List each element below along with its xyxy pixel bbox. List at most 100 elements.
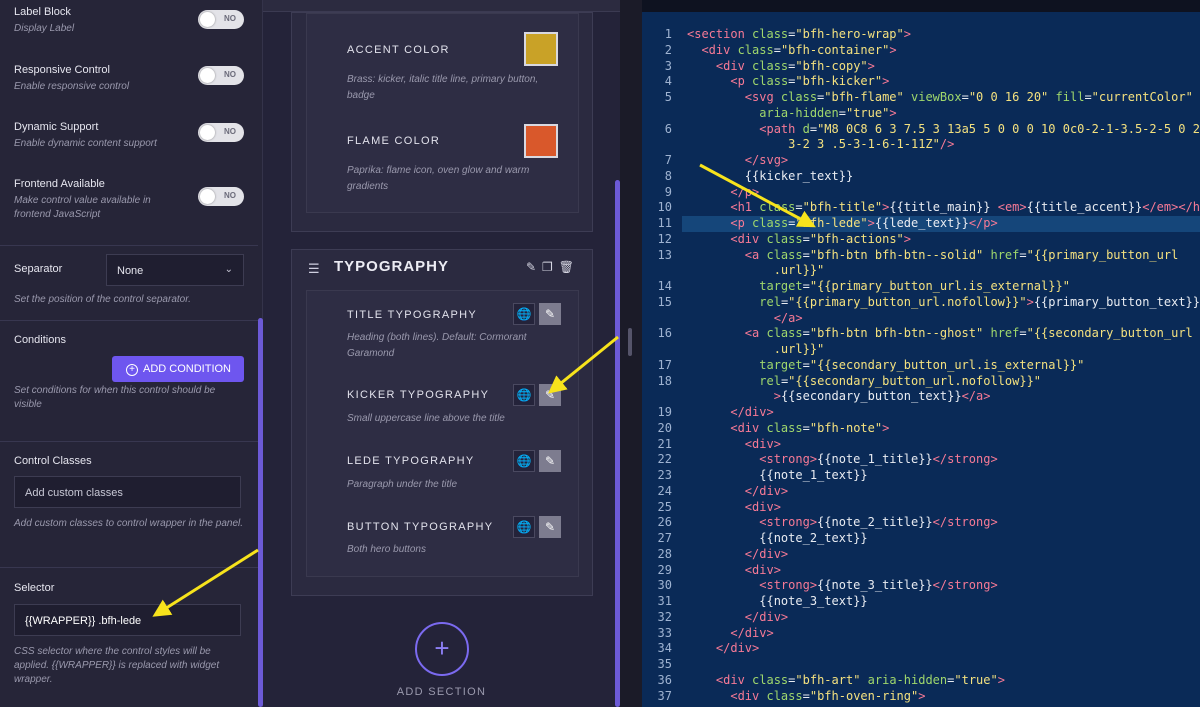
selector-input[interactable]: {{WRAPPER}} .bfh-lede	[14, 604, 241, 636]
trash-icon[interactable]: 🗑	[559, 260, 580, 274]
code-line[interactable]: <a class="bfh-btn bfh-btn--solid" href="…	[687, 248, 1179, 262]
pencil-icon[interactable]: ✎	[539, 516, 561, 538]
plus-icon: +	[434, 633, 450, 663]
divider	[0, 320, 258, 321]
code-line[interactable]: >{{secondary_button_text}}</a>	[687, 389, 991, 403]
flame-color-name: FLAME COLOR	[347, 135, 441, 147]
drag-handle-icon[interactable]: ☰	[308, 261, 320, 277]
code-line[interactable]: target="{{secondary_button_url.is_extern…	[687, 358, 1084, 372]
typo-item-name: LEDE TYPOGRAPHY	[347, 455, 475, 467]
globe-icon[interactable]: 🌐	[513, 303, 535, 325]
responsive-control-toggle[interactable]: NO	[198, 66, 244, 85]
frontend-available-toggle[interactable]: NO	[198, 187, 244, 206]
dynamic-support-toggle[interactable]: NO	[198, 123, 244, 142]
code-line[interactable]: {{note_2_text}}	[687, 531, 867, 545]
colors-section-card: ACCENT COLOR Brass: kicker, italic title…	[291, 12, 593, 232]
code-line[interactable]: <strong>{{note_1_title}}</strong>	[687, 452, 997, 466]
code-line[interactable]: <strong>{{note_2_title}}</strong>	[687, 515, 997, 529]
control-settings-panel: Label Block Display Label NO Responsive …	[0, 0, 263, 707]
toggle-state: NO	[224, 127, 236, 136]
splitter-grip[interactable]	[628, 328, 632, 356]
select-value: None	[117, 265, 144, 277]
typography-controls-group: TITLE TYPOGRAPHY 🌐 ✎ Heading (both lines…	[306, 290, 579, 577]
toggle-knob	[200, 12, 215, 27]
line-number: 6	[664, 121, 672, 136]
code-line[interactable]: </div>	[687, 405, 773, 419]
add-section-button[interactable]: +	[415, 622, 469, 676]
pencil-icon[interactable]: ✎	[539, 384, 561, 406]
code-line[interactable]: <div>	[687, 437, 781, 451]
code-line[interactable]: <path d="M8 0C8 6 3 7.5 3 13a5 5 0 0 0 1…	[687, 122, 1200, 136]
code-line[interactable]: <section class="bfh-hero-wrap">	[687, 27, 911, 41]
flame-color-description: Paprika: flame icon, oven glow and warm …	[347, 165, 530, 192]
code-line[interactable]: .url}}"	[687, 263, 825, 277]
code-line[interactable]: </div>	[687, 626, 773, 640]
line-number: 13	[657, 247, 672, 262]
code-editor[interactable]: 1 <section class="bfh-hero-wrap"> 2 <div c…	[642, 0, 1200, 707]
line-number: 12	[657, 231, 672, 246]
pencil-icon[interactable]: ✎	[539, 303, 561, 325]
code-line[interactable]: .url}}"	[687, 342, 825, 356]
code-line[interactable]: <p class="bfh-lede">{{lede_text}}</p>	[687, 216, 997, 230]
panel-splitter[interactable]	[620, 0, 642, 707]
code-line[interactable]: </div>	[687, 547, 788, 561]
toggle-knob	[200, 68, 215, 83]
setting-title: Control Classes	[14, 455, 92, 467]
code-line[interactable]: <div>	[687, 563, 781, 577]
code-line[interactable]: </div>	[687, 484, 788, 498]
code-line[interactable]: <p class="bfh-kicker">	[687, 74, 889, 88]
pencil-icon[interactable]: ✎	[539, 450, 561, 472]
code-line[interactable]: {{note_3_text}}	[687, 594, 867, 608]
code-line[interactable]: 3-2 3 .5-3-1-6-1-11Z"/>	[687, 137, 954, 151]
code-line[interactable]: rel="{{primary_button_url.nofollow}}">{{…	[687, 295, 1200, 309]
separator-select[interactable]: None ⌄	[106, 254, 244, 286]
code-line[interactable]: <div>	[687, 500, 781, 514]
accent-color-name: ACCENT COLOR	[347, 44, 450, 56]
editor-top-bar	[642, 0, 1200, 12]
duplicate-icon[interactable]: ❐	[542, 260, 559, 274]
code-line[interactable]: </div>	[687, 641, 759, 655]
code-line[interactable]: </p>	[687, 185, 759, 199]
typography-section-card: ☰ TYPOGRAPHY ✎❐🗑 TITLE TYPOGRAPHY 🌐 ✎ He…	[291, 249, 593, 596]
line-number: 5	[664, 90, 672, 104]
code-line[interactable]: target="{{primary_button_url.is_external…	[687, 279, 1070, 293]
dynamic-support-setting: Dynamic Support Enable dynamic content s…	[14, 121, 244, 151]
code-line[interactable]: <div class="bfh-note">	[687, 421, 889, 435]
code-line[interactable]: {{note_1_text}}	[687, 468, 867, 482]
code-line[interactable]: <div class="bfh-art" aria-hidden="true">	[687, 673, 1005, 687]
code-line[interactable]: <a class="bfh-btn bfh-btn--ghost" href="…	[687, 326, 1193, 340]
line-number: 3	[664, 58, 672, 73]
add-condition-button[interactable]: + ADD CONDITION	[112, 356, 244, 382]
code-line[interactable]: <div class="bfh-container">	[687, 43, 896, 57]
line-number: 32	[657, 609, 672, 624]
code-line[interactable]: aria-hidden="true">	[687, 106, 896, 120]
control-classes-setting: Control Classes	[14, 455, 244, 467]
line-number: 22	[657, 452, 672, 467]
globe-icon[interactable]: 🌐	[513, 516, 535, 538]
code-line[interactable]: <strong>{{note_3_title}}</strong>	[687, 578, 997, 592]
code-line[interactable]: <div class="bfh-copy">	[687, 59, 875, 73]
code-line[interactable]: <svg class="bfh-flame" viewBox="0 0 16 2…	[687, 90, 1193, 104]
line-number: 37	[657, 688, 672, 703]
code-line[interactable]: </svg>	[687, 153, 788, 167]
code-line[interactable]: <div class="bfh-oven-ring">	[687, 689, 925, 703]
globe-icon[interactable]: 🌐	[513, 450, 535, 472]
edit-icon[interactable]: ✎	[526, 260, 542, 274]
globe-icon[interactable]: 🌐	[513, 384, 535, 406]
code-line[interactable]: <div class="bfh-actions">	[687, 232, 911, 246]
flame-color-swatch[interactable]	[524, 124, 558, 158]
code-line[interactable]: {{kicker_text}}	[687, 169, 853, 183]
line-number: 33	[657, 625, 672, 640]
line-number: 24	[657, 483, 672, 498]
code-line[interactable]: <h1 class="bfh-title">{{title_main}} <em…	[687, 200, 1200, 214]
selector-help: CSS selector where the control styles wi…	[14, 641, 244, 687]
line-number: 25	[657, 499, 672, 514]
typo-item-description: Heading (both lines). Default: Cormorant…	[347, 332, 527, 359]
accent-color-swatch[interactable]	[524, 32, 558, 66]
code-line[interactable]: rel="{{secondary_button_url.nofollow}}"	[687, 374, 1041, 388]
line-number: 15	[657, 294, 672, 309]
control-classes-input[interactable]: Add custom classes	[14, 476, 241, 508]
code-line[interactable]: </div>	[687, 610, 788, 624]
code-line[interactable]: </a>	[687, 311, 803, 325]
label-block-toggle[interactable]: NO	[198, 10, 244, 29]
